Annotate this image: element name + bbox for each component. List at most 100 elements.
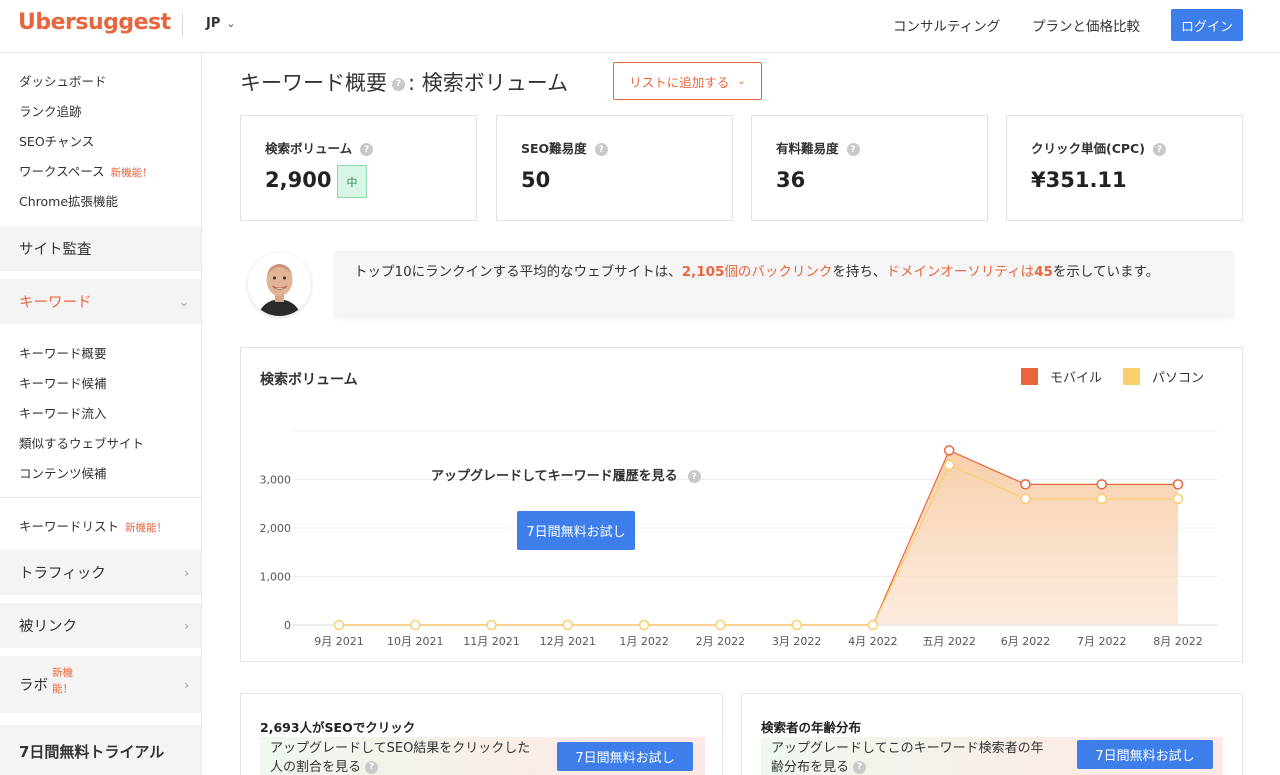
metric-cpc: クリック単価(CPC)? ¥351.11 <box>1006 115 1243 221</box>
point-desktop <box>486 619 497 631</box>
sidebar-item-seo-opportunities[interactable]: SEOチャンス <box>19 131 94 150</box>
help-icon[interactable]: ? <box>365 761 379 774</box>
x-tick-label: 9月 2021 <box>314 635 364 648</box>
sidebar-item-keyword-traffic[interactable]: キーワード流入 <box>19 403 107 422</box>
sidebar-section-site-audit[interactable]: サイト監査 <box>0 226 201 271</box>
sidebar-item-keyword-list[interactable]: キーワードリスト 新機能！ <box>19 516 167 535</box>
y-tick-label: 3,000 <box>260 474 292 487</box>
new-badge: 新機能！ <box>125 522 168 534</box>
point-mobile <box>1096 479 1107 490</box>
help-icon[interactable]: ? <box>392 77 405 91</box>
point-mobile <box>1020 479 1031 490</box>
point-desktop <box>1020 493 1031 505</box>
point-desktop <box>562 619 574 631</box>
new-badge-line1: 新機 <box>52 667 73 679</box>
ubersuggest-logo[interactable]: Ubersuggest <box>18 10 171 35</box>
sidebar-section-label: トラフィック <box>19 566 106 582</box>
help-icon[interactable]: ? <box>853 761 867 774</box>
sidebar-item-dashboard[interactable]: ダッシュボード <box>19 71 107 90</box>
chevron-down-icon: ⌄ <box>226 17 236 30</box>
sidebar-item-keyword-ideas[interactable]: キーワード候補 <box>19 373 107 392</box>
sidebar-item-rank-tracking[interactable]: ランク追跡 <box>19 101 82 120</box>
new-badge: 新機能！ <box>52 665 73 697</box>
point-desktop <box>1172 493 1184 505</box>
new-badge: 新機能！ <box>110 167 153 179</box>
info-text-part: を示しています。 <box>1052 264 1160 280</box>
login-button[interactable]: ログイン <box>1171 9 1243 41</box>
sidebar-trial-promo[interactable]: 7日間無料トライアル <box>0 725 201 775</box>
chevron-down-icon: ⌄ <box>737 75 746 87</box>
language-label: JP <box>206 16 221 31</box>
sidebar-section-label: ラボ <box>19 678 48 694</box>
metric-search-volume: 検索ボリューム? 2,900 中 <box>240 115 477 221</box>
nav-pricing[interactable]: プランと価格比較 <box>1032 15 1140 35</box>
y-tick-label: 0 <box>284 619 291 632</box>
sidebar-item-chrome-extension[interactable]: Chrome拡張機能 <box>19 191 118 210</box>
help-icon[interactable]: ? <box>594 143 608 156</box>
card-upsell: アップグレードしてこのキーワード検索者の年 齢分布を見る ? 7日間無料お試し <box>761 737 1223 775</box>
sidebar-section-traffic[interactable]: トラフィック › <box>0 550 201 595</box>
sidebar-item-keyword-overview[interactable]: キーワード概要 <box>19 343 107 362</box>
chevron-right-icon: › <box>184 565 189 580</box>
sidebar-item-content-ideas[interactable]: コンテンツ候補 <box>19 463 107 482</box>
metric-label-text: 有料難易度 <box>776 141 839 156</box>
metric-label: クリック単価(CPC)? <box>1031 138 1166 157</box>
seo-clicks-trial-button[interactable]: 7日間無料お試し <box>557 742 693 771</box>
page-title: キーワード概要?: 検索ボリューム <box>240 67 568 97</box>
metric-value: 36 <box>776 168 806 192</box>
point-desktop <box>333 619 345 631</box>
add-to-list-button[interactable]: リストに追加する ⌄ <box>613 62 762 100</box>
age-distribution-card: 検索者の年齢分布 アップグレードしてこのキーワード検索者の年 齢分布を見る ? 7… <box>741 693 1243 775</box>
metric-label-text: クリック単価(CPC) <box>1031 141 1145 156</box>
sidebar-divider <box>0 497 201 498</box>
chevron-down-icon: ⌄ <box>178 294 189 309</box>
avatar-face-icon <box>248 253 311 316</box>
upsell-line1: アップグレードしてSEO結果をクリックした <box>270 741 531 756</box>
x-tick-label: 2月 2022 <box>696 635 746 648</box>
backlink-link[interactable]: 個のバックリンク <box>724 264 832 280</box>
help-icon[interactable]: ? <box>687 470 701 483</box>
help-icon[interactable]: ? <box>846 143 860 156</box>
sidebar-item-label: ワークスペース <box>19 164 105 179</box>
metric-label: SEO難易度? <box>521 138 608 157</box>
nav-consulting[interactable]: コンサルティング <box>893 15 1000 35</box>
point-desktop <box>1096 493 1107 505</box>
help-icon[interactable]: ? <box>1152 143 1166 156</box>
chevron-right-icon: › <box>184 677 189 692</box>
advisor-avatar <box>248 253 311 316</box>
chart-trial-button[interactable]: 7日間無料お試し <box>517 511 635 550</box>
metric-label-text: 検索ボリューム <box>265 141 353 156</box>
sidebar-item-workspace[interactable]: ワークスペース 新機能！ <box>19 161 153 180</box>
help-icon[interactable]: ? <box>360 143 374 156</box>
sidebar-item-similar-websites[interactable]: 類似するウェブサイト <box>19 433 144 452</box>
metric-label: 有料難易度? <box>776 138 860 157</box>
sidebar-section-labs[interactable]: ラボ 新機能！ › <box>0 656 201 713</box>
sidebar: ダッシュボード ランク追跡 SEOチャンス ワークスペース 新機能！ Chrome… <box>0 53 202 775</box>
sidebar-item-label: キーワードリスト <box>19 519 120 534</box>
x-tick-label: 11月 2021 <box>463 635 519 648</box>
metric-value: 50 <box>521 168 551 192</box>
point-desktop <box>715 619 726 631</box>
domain-authority-link[interactable]: ドメインオーソリティは <box>886 264 1034 280</box>
upsell-line2: 齢分布を見る <box>771 760 850 775</box>
x-tick-label: 五月 2022 <box>922 635 976 648</box>
card-title: 検索者の年齢分布 <box>761 720 862 735</box>
header-divider <box>182 13 183 37</box>
metric-value: ¥351.11 <box>1031 168 1127 192</box>
card-title: 2,693人がSEOでクリック <box>260 720 416 735</box>
sidebar-section-backlinks[interactable]: 被リンク › <box>0 603 201 648</box>
point-mobile <box>943 445 955 456</box>
language-selector[interactable]: JP ⌄ <box>206 16 236 31</box>
search-volume-chart-card: 検索ボリューム モバイル パソコン 0 1,000 2,000 3,000 9月 202… <box>240 347 1243 662</box>
metric-value: 2,900 <box>265 168 332 192</box>
add-to-list-label: リストに追加する <box>629 74 730 90</box>
age-distribution-trial-button[interactable]: 7日間無料お試し <box>1077 740 1213 769</box>
backlink-info-banner: トップ10にランクインする平均的なウェブサイトは、2,105個のバックリンクを持… <box>334 251 1234 317</box>
point-desktop <box>638 619 650 631</box>
upsell-line2: 人の割合を見る <box>270 760 362 775</box>
x-tick-label: 3月 2022 <box>772 635 822 648</box>
sidebar-section-keywords[interactable]: キーワード ⌄ <box>0 279 201 324</box>
new-badge-line2: 能！ <box>52 683 73 695</box>
competition-badge: 中 <box>337 165 367 198</box>
upsell-text: アップグレードしてSEO結果をクリックした 人の割合を見る ? <box>270 739 530 775</box>
